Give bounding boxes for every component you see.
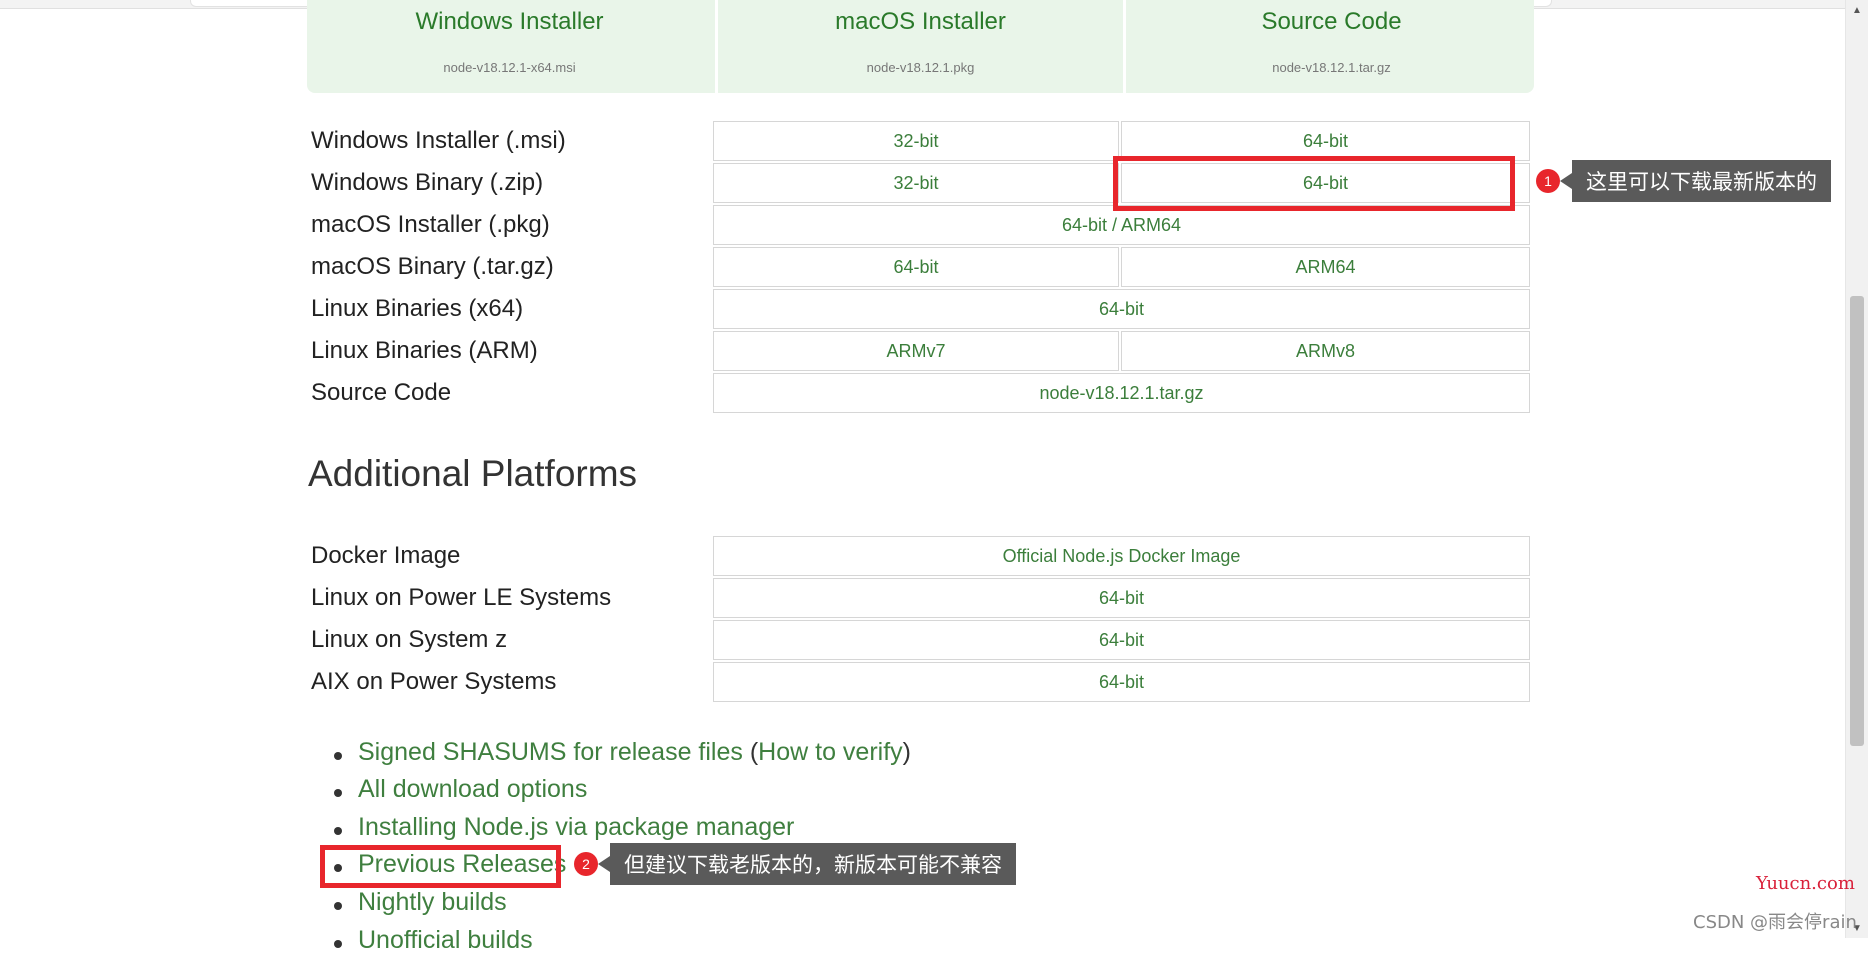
source-code-link[interactable]: node-v18.12.1.tar.gz [713, 373, 1530, 413]
system-z-64bit-link[interactable]: 64-bit [713, 620, 1530, 660]
row-label-windows-installer: Windows Installer (.msi) [311, 127, 566, 154]
annotation-highlight-box-1 [1113, 156, 1515, 211]
linux-armv8-link[interactable]: ARMv8 [1121, 331, 1530, 371]
bullet-icon [334, 752, 342, 760]
linux-x64-link[interactable]: 64-bit [713, 289, 1530, 329]
macos-binary-arm64-link[interactable]: ARM64 [1121, 247, 1530, 287]
row-label-system-z: Linux on System z [311, 626, 508, 653]
bullet-icon [334, 902, 342, 910]
scrollbar-thumb[interactable] [1850, 296, 1864, 746]
site-watermark: Yuucn.com [1756, 873, 1855, 894]
hero-macos-installer[interactable]: macOS Installer node-v18.12.1.pkg [715, 0, 1123, 93]
docker-image-link[interactable]: Official Node.js Docker Image [713, 536, 1530, 576]
verify-paren-close: ) [902, 738, 911, 766]
windows-installer-64bit-link[interactable]: 64-bit [1121, 121, 1530, 161]
how-to-verify-link[interactable]: How to verify [758, 738, 902, 766]
hero-source-code[interactable]: Source Code node-v18.12.1.tar.gz [1123, 0, 1537, 93]
hero-file: node-v18.12.1.pkg [866, 60, 975, 75]
macos-installer-link[interactable]: 64-bit / ARM64 [713, 205, 1530, 245]
shasums-line: Signed SHASUMS for release files (How to… [358, 738, 911, 767]
nightly-builds-link[interactable]: Nightly builds [358, 888, 507, 917]
hero-download-box: Windows Installer node-v18.12.1-x64.msi … [307, 0, 1534, 93]
row-label-power-le: Linux on Power LE Systems [311, 584, 612, 611]
row-label-windows-binary: Windows Binary (.zip) [311, 169, 544, 196]
author-watermark: CSDN @雨会停rain [1693, 912, 1857, 933]
row-label-docker: Docker Image [311, 542, 461, 569]
macos-binary-64bit-link[interactable]: 64-bit [713, 247, 1119, 287]
unofficial-builds-link[interactable]: Unofficial builds [358, 926, 533, 955]
row-label-linux-arm: Linux Binaries (ARM) [311, 337, 538, 364]
annotation-badge-1: 1 [1536, 169, 1560, 193]
hero-file: node-v18.12.1-x64.msi [443, 60, 576, 75]
annotation-highlight-box-2 [320, 845, 561, 888]
aix-64bit-link[interactable]: 64-bit [713, 662, 1530, 702]
scroll-up-arrow-icon[interactable]: ▲ [1846, 0, 1868, 20]
verify-paren-open: ( [749, 738, 759, 766]
linux-armv7-link[interactable]: ARMv7 [713, 331, 1119, 371]
annotation-tooltip-1: 这里可以下载最新版本的 [1560, 160, 1831, 202]
power-le-64bit-link[interactable]: 64-bit [713, 578, 1530, 618]
bullet-icon [334, 827, 342, 835]
bullet-icon [334, 940, 342, 948]
row-label-linux-x64: Linux Binaries (x64) [311, 295, 524, 322]
hero-file: node-v18.12.1.tar.gz [1272, 60, 1391, 75]
row-label-macos-binary: macOS Binary (.tar.gz) [311, 253, 554, 280]
additional-platforms-heading: Additional Platforms [308, 453, 638, 494]
hero-title: Source Code [1261, 8, 1402, 35]
hero-title: macOS Installer [835, 8, 1006, 35]
hero-title: Windows Installer [415, 8, 604, 35]
hero-windows-installer[interactable]: Windows Installer node-v18.12.1-x64.msi [307, 0, 712, 93]
row-label-aix: AIX on Power Systems [311, 668, 557, 695]
annotation-tooltip-2: 但建议下载老版本的，新版本可能不兼容 [598, 843, 1016, 885]
windows-binary-32bit-link[interactable]: 32-bit [713, 163, 1119, 203]
shasums-link[interactable]: Signed SHASUMS for release files [358, 738, 743, 766]
package-manager-link[interactable]: Installing Node.js via package manager [358, 813, 794, 842]
annotation-badge-2: 2 [574, 852, 598, 876]
row-label-source-code: Source Code [311, 379, 452, 406]
windows-installer-32bit-link[interactable]: 32-bit [713, 121, 1119, 161]
bullet-icon [334, 789, 342, 797]
row-label-macos-installer: macOS Installer (.pkg) [311, 211, 550, 238]
all-download-options-link[interactable]: All download options [358, 775, 587, 804]
